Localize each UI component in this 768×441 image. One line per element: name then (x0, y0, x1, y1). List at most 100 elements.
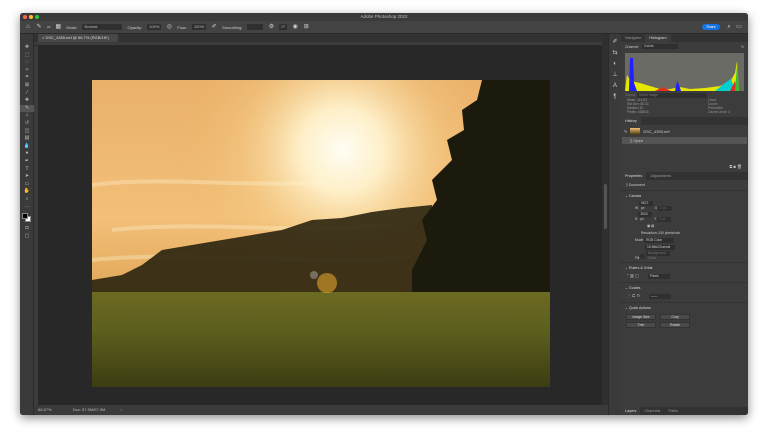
frame-tool-icon[interactable]: ⊠ (20, 82, 34, 90)
symmetry-icon[interactable]: ⊞ (303, 24, 309, 30)
smoothing-field[interactable] (247, 24, 264, 30)
search-icon[interactable]: ⌕ (726, 24, 732, 30)
source-select[interactable]: Entire Image (637, 93, 708, 98)
brush-tool-icon[interactable]: ✎ (36, 24, 42, 30)
eraser-icon[interactable]: ◫ (20, 128, 34, 136)
lasso-tool-icon[interactable]: ◌ (20, 59, 34, 67)
color-swatches[interactable] (20, 211, 33, 225)
move-tool-icon[interactable]: ✥ (20, 44, 34, 52)
document-tab-label: DSC_4359.nef @ 66.7% (RGB/16*) (45, 35, 109, 40)
refresh-icon[interactable]: ↻ (741, 45, 744, 49)
path-select-icon[interactable]: ➤ (20, 173, 34, 181)
canvas-area[interactable] (38, 46, 602, 405)
width-field[interactable]: 5872 px (639, 201, 654, 210)
history-item[interactable]: ▯ Open (622, 137, 747, 144)
image-size-button[interactable]: Image Size (626, 314, 656, 320)
close-button[interactable] (23, 15, 27, 19)
more-tools-icon[interactable]: … (20, 203, 34, 211)
history-brush-icon[interactable]: ↺ (20, 120, 34, 128)
units-select[interactable]: Pixels (647, 274, 670, 279)
tab-properties[interactable]: Properties (621, 172, 647, 180)
pressure-opacity-icon[interactable]: ◎ (166, 24, 172, 30)
brush-size[interactable]: 29 (47, 25, 50, 29)
character-icon[interactable]: A (612, 83, 619, 89)
grid-icon[interactable]: ▥ (630, 273, 634, 278)
y-label: Y (654, 217, 657, 221)
tab-histogram[interactable]: Histogram (645, 34, 671, 42)
guide-layout-icon[interactable]: ⊓ (637, 293, 640, 298)
tab-layers[interactable]: Layers (621, 407, 641, 415)
dodge-icon[interactable]: ● (20, 150, 34, 158)
section-title: Canvas (629, 194, 642, 198)
zoom-tool-icon[interactable]: ⌕ (20, 196, 34, 204)
brush-source-icon[interactable]: ✎ (624, 129, 627, 134)
marquee-tool-icon[interactable]: ⬚ (20, 52, 34, 60)
trash-icon[interactable]: 🗑 (737, 164, 742, 169)
brush-settings-icon[interactable]: ▦ (55, 24, 62, 30)
hand-tool-icon[interactable]: ✋ (20, 188, 34, 196)
portrait-icon[interactable]: ▣ (647, 224, 650, 228)
type-tool-icon[interactable]: T (20, 166, 34, 174)
canvas-section[interactable]: ⌄ Canvas (621, 190, 748, 201)
pressure-size-icon[interactable]: ◉ (292, 24, 298, 30)
height-field[interactable]: 3920 px (638, 212, 653, 221)
screen-mode-icon[interactable]: ▢ (20, 233, 34, 241)
tab-channels[interactable]: Channels (640, 407, 664, 415)
document-tab[interactable]: × DSC_4359.nef @ 66.7% (RGB/16*) (38, 34, 118, 42)
quick-select-icon[interactable]: ✧ (20, 67, 34, 75)
opacity-field[interactable]: 100% (147, 24, 162, 30)
guides-grid-icon[interactable]: ▢ (635, 273, 639, 278)
eyedropper-icon[interactable]: ⁄ (20, 90, 34, 98)
rotate-button[interactable]: Rotate (660, 322, 690, 328)
trim-button[interactable]: Trim (626, 322, 656, 328)
ruler-icon[interactable]: ⌜ (627, 273, 629, 278)
zoom-level[interactable]: 66.67% (38, 407, 52, 412)
gear-icon[interactable]: ⚙ (268, 24, 274, 30)
healing-brush-icon[interactable]: ✚ (20, 97, 34, 105)
blur-icon[interactable]: 💧 (20, 143, 34, 151)
angle-field[interactable]: 0° (279, 24, 288, 30)
share-button[interactable]: Share (702, 24, 720, 30)
new-document-icon[interactable]: ⧉ (729, 164, 732, 169)
tab-history[interactable]: History (621, 117, 641, 125)
mode-select[interactable]: RGB Color (644, 238, 675, 243)
clone-stamp-icon[interactable]: ⊥ (20, 112, 34, 120)
guides-section[interactable]: ⌄ Guides (621, 282, 748, 293)
swap-icon[interactable]: ⇆ (612, 50, 619, 56)
workspace-icon[interactable]: ▭ (736, 24, 742, 30)
x-field[interactable]: 0 px (658, 206, 673, 211)
pen-tool-icon[interactable]: ✒ (20, 158, 34, 166)
status-menu-icon[interactable]: › (121, 407, 122, 412)
fill-swatch[interactable] (640, 254, 646, 259)
bit-depth-select[interactable]: 16 Bits/Channel (645, 245, 675, 250)
landscape-icon[interactable]: ▤ (651, 224, 654, 228)
guide-style-select[interactable]: —— (648, 294, 671, 299)
tab-navigator[interactable]: Navigator (621, 34, 645, 42)
brush-settings-icon[interactable]: ✐ (612, 39, 619, 45)
maximize-button[interactable] (35, 15, 39, 19)
history-snapshot[interactable]: ✎ DSC_4359.nef (621, 125, 748, 137)
clone-source-icon[interactable]: ⊥ (612, 72, 619, 78)
brush-tool-icon[interactable]: ✎ (20, 104, 34, 113)
fill-select[interactable]: Background Color (646, 251, 671, 260)
flow-field[interactable]: 100% (191, 24, 207, 30)
history-icon[interactable]: ◐ (612, 61, 619, 67)
home-icon[interactable]: ⌂ (25, 24, 31, 30)
paragraph-icon[interactable]: ¶ (612, 94, 619, 100)
rulers-section[interactable]: ⌄ Rulers & Grids (621, 262, 748, 273)
mode-select[interactable]: Normal (82, 24, 123, 30)
airbrush-icon[interactable]: ✐ (211, 24, 217, 30)
quick-actions-section[interactable]: ⌄ Quick Actions (621, 302, 748, 313)
guide-icon[interactable]: ⋮ (627, 293, 631, 298)
y-field[interactable]: 0 px (657, 217, 672, 222)
crop-button[interactable]: Crop (660, 314, 690, 320)
camera-icon[interactable]: ◙ (733, 164, 735, 169)
gradient-icon[interactable]: ▤ (20, 135, 34, 143)
quick-mask-icon[interactable]: ◘ (20, 225, 34, 233)
tab-adjustments[interactable]: Adjustments (646, 172, 675, 180)
crop-tool-icon[interactable]: ⌗ (20, 74, 34, 82)
minimize-button[interactable] (29, 15, 33, 19)
channel-select[interactable]: Colors (642, 44, 679, 49)
tab-paths[interactable]: Paths (664, 407, 682, 415)
new-guide-icon[interactable]: ⊏ (632, 293, 635, 298)
